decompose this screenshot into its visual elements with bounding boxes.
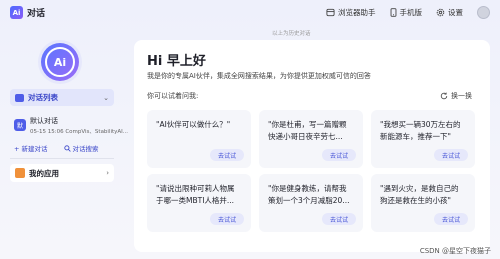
suggestion-card[interactable]: "你是健身教练，请帮我 策划一个3个月减脂20... 去试试	[259, 174, 363, 232]
history-notice: 以上为历史对话	[272, 31, 311, 37]
refresh-label: 换一换	[451, 92, 472, 100]
suggestion-line: "我想买一辆30万左右的	[380, 120, 461, 129]
suggestion-line: 快递小哥日夜辛劳七...	[268, 132, 343, 141]
suggestion-line: "请说出限种可莉人物属	[156, 184, 235, 193]
try-button[interactable]: 去试试	[322, 213, 356, 225]
mobile-version-label: 手机版	[399, 8, 423, 17]
suggestion-line: 于哪一类MBTI人格并...	[156, 196, 235, 205]
ai-logo-icon: Ai	[45, 47, 75, 77]
suggestion-line: 新能源车，推荐一下"	[380, 132, 451, 141]
try-button[interactable]: 去试试	[434, 213, 468, 225]
browser-assistant-button[interactable]: 浏览器助手	[326, 7, 376, 18]
suggestion-text: "我想买一辆30万左右的 新能源车，推荐一下"	[380, 119, 470, 143]
chevron-right-icon: ›	[106, 169, 109, 177]
suggestion-line: 狗还是救在生的小孩"	[380, 196, 451, 205]
refresh-icon	[440, 92, 448, 100]
sidebar: Ai 对话列表 ⌄ 默 默认对话 05-15 15:06 CompVis、Sta…	[0, 26, 128, 259]
suggestion-text: "请说出限种可莉人物属 于哪一类MBTI人格并...	[156, 183, 246, 207]
watermark-text: CSDN @星空下夜猫子	[419, 247, 491, 255]
settings-button[interactable]: 设置	[436, 7, 463, 18]
ask-label: 你可以试着问我:	[147, 92, 199, 100]
suggestion-text: "遇到火灾，是救自己的 狗还是救在生的小孩"	[380, 183, 470, 207]
suggestion-card[interactable]: "我想买一辆30万左右的 新能源车，推荐一下" 去试试	[371, 110, 475, 168]
apps-icon	[15, 168, 25, 178]
chat-search-button[interactable]: 对话搜索	[63, 143, 99, 153]
mobile-version-button[interactable]: 手机版	[390, 7, 423, 18]
greeting-title: Hi 早上好	[147, 54, 206, 69]
try-button[interactable]: 去试试	[210, 213, 244, 225]
browser-assistant-label: 浏览器助手	[338, 8, 376, 17]
chat-list-label: 对话列表	[28, 93, 58, 102]
chat-list-header[interactable]: 对话列表 ⌄	[10, 89, 114, 106]
suggestion-card[interactable]: "遇到火灾，是救自己的 狗还是救在生的小孩" 去试试	[371, 174, 475, 232]
suggestion-card[interactable]: "AI伙伴可以做什么？" 去试试	[147, 110, 251, 168]
sidebar-divider	[10, 158, 114, 159]
suggestion-card[interactable]: "你是杜甫，写一篇赠颗 快递小哥日夜辛劳七... 去试试	[259, 110, 363, 168]
settings-label: 设置	[448, 8, 463, 17]
intro-text: 我是你的专属AI伙伴，集成全网搜索结果，为你提供更加权威可信的回答	[147, 72, 371, 80]
try-button[interactable]: 去试试	[322, 149, 356, 161]
mobile-icon	[390, 8, 397, 17]
my-apps-item[interactable]: 我的应用 ›	[10, 164, 114, 182]
top-bar: Ai 对话 浏览器助手 手机版 设置	[0, 0, 500, 26]
suggestion-line: 策划一个3个月减脂20...	[268, 196, 350, 205]
chevron-down-icon: ⌄	[103, 93, 109, 102]
try-button[interactable]: 去试试	[210, 149, 244, 161]
suggestion-line: "遇到火灾，是救自己的	[380, 184, 459, 193]
app-logo-icon: Ai	[10, 6, 23, 19]
user-avatar[interactable]	[477, 6, 490, 19]
main-panel: Hi 早上好 我是你的专属AI伙伴，集成全网搜索结果，为你提供更加权威可信的回答…	[134, 40, 490, 252]
new-chat-button[interactable]: + 新建对话	[14, 143, 48, 153]
suggestion-text: "AI伙伴可以做什么？"	[156, 119, 246, 131]
gear-icon	[436, 8, 445, 17]
suggestion-line: "AI伙伴可以做什么？"	[156, 120, 231, 129]
try-button[interactable]: 去试试	[434, 149, 468, 161]
conversation-icon: 默	[14, 119, 26, 131]
brand[interactable]: Ai 对话	[10, 6, 45, 19]
chat-bubble-icon	[15, 93, 24, 102]
sidebar-logo: Ai	[41, 43, 79, 81]
suggestion-text: "你是杜甫，写一篇赠颗 快递小哥日夜辛劳七...	[268, 119, 358, 143]
suggestion-line: "你是健身教练，请帮我	[268, 184, 347, 193]
suggestion-line: "你是杜甫，写一篇赠颗	[268, 120, 347, 129]
app-title: 对话	[27, 9, 46, 19]
chat-search-label: 对话搜索	[72, 145, 99, 153]
suggestion-text: "你是健身教练，请帮我 策划一个3个月减脂20...	[268, 183, 358, 207]
refresh-button[interactable]: 换一换	[440, 91, 472, 101]
conversation-meta: 05-15 15:06 CompVis、StabilityAI...	[30, 129, 129, 135]
my-apps-label: 我的应用	[29, 168, 59, 178]
search-icon	[63, 144, 71, 152]
conversation-title: 默认对话	[30, 117, 58, 125]
suggestion-card[interactable]: "请说出限种可莉人物属 于哪一类MBTI人格并... 去试试	[147, 174, 251, 232]
browser-assistant-icon	[326, 8, 335, 17]
conversation-item[interactable]: 默 默认对话 05-15 15:06 CompVis、StabilityAI..…	[10, 114, 128, 138]
sidebar-links: + 新建对话 对话搜索	[14, 143, 99, 153]
top-actions: 浏览器助手 手机版 设置	[326, 6, 490, 19]
